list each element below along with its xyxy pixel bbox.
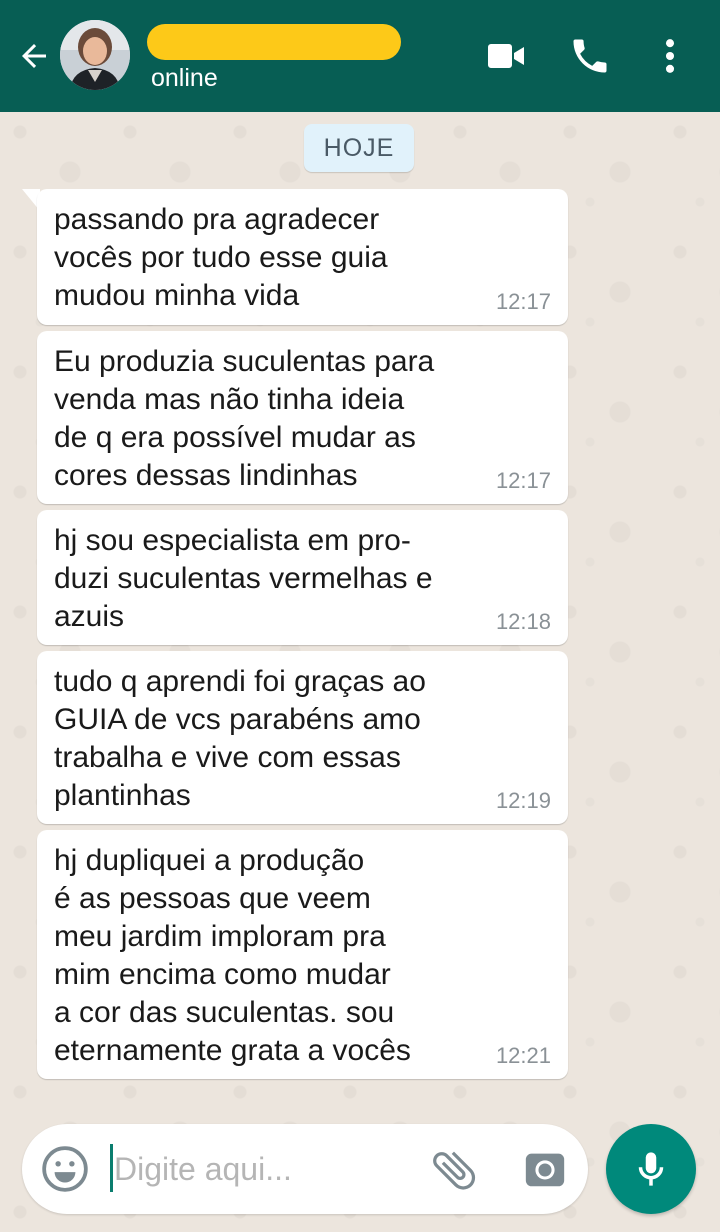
chat-header: online bbox=[0, 0, 720, 112]
attach-button[interactable] bbox=[428, 1144, 480, 1196]
message-time: 12:21 bbox=[495, 1043, 551, 1068]
message-time: 12:18 bbox=[495, 609, 551, 634]
attach-icon bbox=[433, 1151, 476, 1190]
message-input[interactable] bbox=[114, 1146, 414, 1192]
contact-status: online bbox=[151, 64, 218, 92]
more-vert-icon bbox=[665, 39, 675, 73]
contact-name-redacted[interactable] bbox=[147, 24, 401, 60]
message-bubble[interactable]: Eu produzia suculentas para venda mas nã… bbox=[37, 331, 568, 504]
message-bubble[interactable]: hj dupliquei a produção é as pessoas que… bbox=[37, 830, 568, 1079]
message-time: 12:17 bbox=[495, 289, 551, 314]
message-text: hj sou especialista em pro- duzi suculen… bbox=[54, 524, 433, 633]
message-time: 12:19 bbox=[495, 788, 551, 813]
message-bubble[interactable]: tudo q aprendi foi graças ao GUIA de vcs… bbox=[37, 651, 568, 824]
message-text: Eu produzia suculentas para venda mas nã… bbox=[54, 345, 435, 492]
date-chip: HOJE bbox=[304, 124, 414, 172]
message-text: passando pra agradecer vocês por tudo es… bbox=[54, 203, 388, 312]
more-options-button[interactable] bbox=[644, 30, 696, 82]
message-time: 12:17 bbox=[495, 468, 551, 493]
emoji-icon bbox=[42, 1146, 88, 1192]
message-bubble[interactable]: passando pra agradecer vocês por tudo es… bbox=[37, 189, 568, 325]
camera-icon bbox=[525, 1153, 565, 1187]
video-call-icon bbox=[488, 44, 524, 68]
message-text: tudo q aprendi foi graças ao GUIA de vcs… bbox=[54, 665, 426, 812]
voice-message-button[interactable] bbox=[606, 1124, 696, 1214]
phone-icon bbox=[573, 39, 607, 73]
emoji-button[interactable] bbox=[40, 1144, 90, 1194]
back-arrow-icon bbox=[22, 44, 46, 68]
voice-call-button[interactable] bbox=[564, 30, 616, 82]
contact-photo bbox=[60, 20, 130, 90]
message-bubble[interactable]: hj sou especialista em pro- duzi suculen… bbox=[37, 510, 568, 645]
video-call-button[interactable] bbox=[480, 30, 532, 82]
mic-icon bbox=[638, 1152, 664, 1186]
message-text: hj dupliquei a produção é as pessoas que… bbox=[54, 844, 411, 1067]
avatar[interactable] bbox=[60, 20, 130, 90]
text-cursor bbox=[110, 1144, 113, 1192]
camera-button[interactable] bbox=[522, 1146, 568, 1192]
back-button[interactable] bbox=[14, 36, 54, 76]
message-composer bbox=[22, 1124, 588, 1214]
